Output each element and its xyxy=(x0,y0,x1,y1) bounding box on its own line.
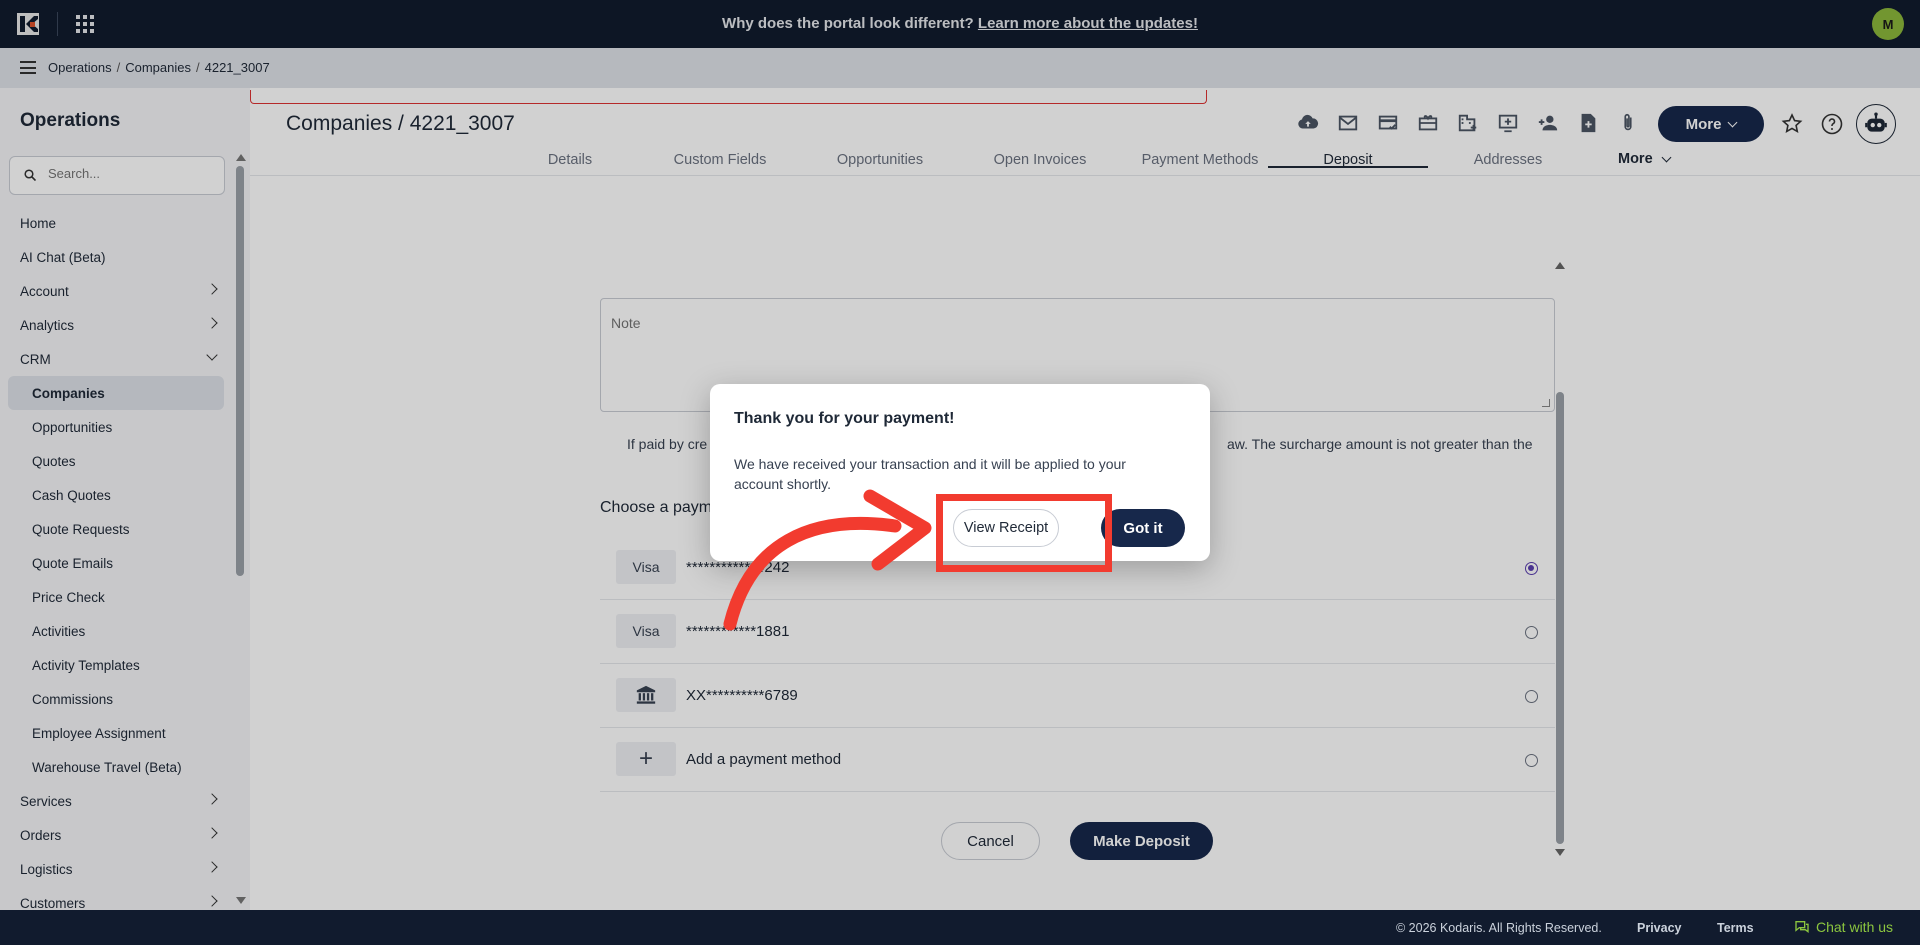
chat-icon xyxy=(1795,921,1809,933)
footer: © 2026 Kodaris. All Rights Reserved. Pri… xyxy=(0,910,1920,945)
got-it-button[interactable]: Got it xyxy=(1101,509,1185,547)
footer-copyright: © 2026 Kodaris. All Rights Reserved. xyxy=(1396,921,1602,935)
chat-with-us[interactable]: Chat with us xyxy=(1794,919,1893,935)
chat-label: Chat with us xyxy=(1816,919,1894,935)
footer-terms-link[interactable]: Terms xyxy=(1717,921,1754,935)
annotation-highlight-box xyxy=(936,494,1112,572)
dialog-title: Thank you for your payment! xyxy=(734,410,955,427)
footer-privacy-link[interactable]: Privacy xyxy=(1637,921,1681,935)
annotation-arrow-icon xyxy=(723,489,932,631)
